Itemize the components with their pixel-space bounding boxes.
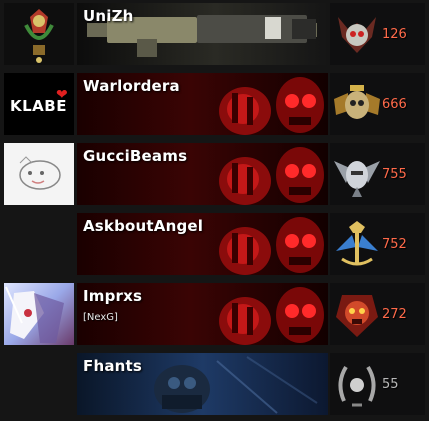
blank-avatar [4,353,74,415]
player-name: GucciBeams [83,147,188,165]
red-skull-calling-card: Warlordera [77,73,328,135]
horned-skull-emblem [338,17,376,53]
rank-level: 755 [382,167,407,182]
player-name: Warlordera [83,77,180,95]
rank-panel: 755 [330,143,425,205]
winged-helmet-emblem [334,161,380,197]
player-row[interactable]: KLABE ❤ Warlordera 666 [0,70,429,135]
player-name: Fhants [83,357,143,375]
player-row[interactable]: Imprxs [NexG] 272 [0,280,429,345]
heart-icon: ❤ [56,87,68,103]
rank-level: 126 [382,27,407,42]
red-skull-emblem [336,295,378,337]
rank-level: 55 [382,377,399,392]
player-name: AskboutAngel [83,217,204,235]
clan-tag: [NexG] [83,312,118,323]
red-skull-calling-card: AskboutAngel [77,213,328,275]
trident-wing-emblem [336,221,378,266]
winged-skull-emblem [334,85,380,119]
lobby-player-list: UniZh 126 KLABE ❤ Warlordera 666 GucciBe… [0,0,429,421]
player-row[interactable]: GucciBeams 755 [0,140,429,205]
rifle-calling-card: UniZh [77,3,328,65]
player-row[interactable]: UniZh 126 [0,0,429,65]
rank-panel: 55 [330,353,425,415]
rank-level: 752 [382,237,407,252]
rank-level: 272 [382,307,407,322]
crest-icon [4,3,74,65]
rank-panel: 272 [330,283,425,345]
player-name: Imprxs [83,287,143,305]
rank-level: 666 [382,97,407,112]
laurel-wreath-emblem [338,365,376,407]
rank-panel: 752 [330,213,425,275]
blank-avatar [4,213,74,275]
red-skull-calling-card: GucciBeams [77,143,328,205]
red-skull-calling-card: Imprxs [NexG] [77,283,328,345]
anime-avatar [4,283,74,345]
klabe-logo: KLABE ❤ [4,73,74,135]
rank-panel: 126 [330,3,425,65]
blue-soldier-calling-card: Fhants [77,353,328,415]
sketch-avatar [4,143,74,205]
player-row[interactable]: Fhants 55 [0,350,429,415]
player-name: UniZh [83,7,134,25]
rank-panel: 666 [330,73,425,135]
player-row[interactable]: AskboutAngel 752 [0,210,429,275]
